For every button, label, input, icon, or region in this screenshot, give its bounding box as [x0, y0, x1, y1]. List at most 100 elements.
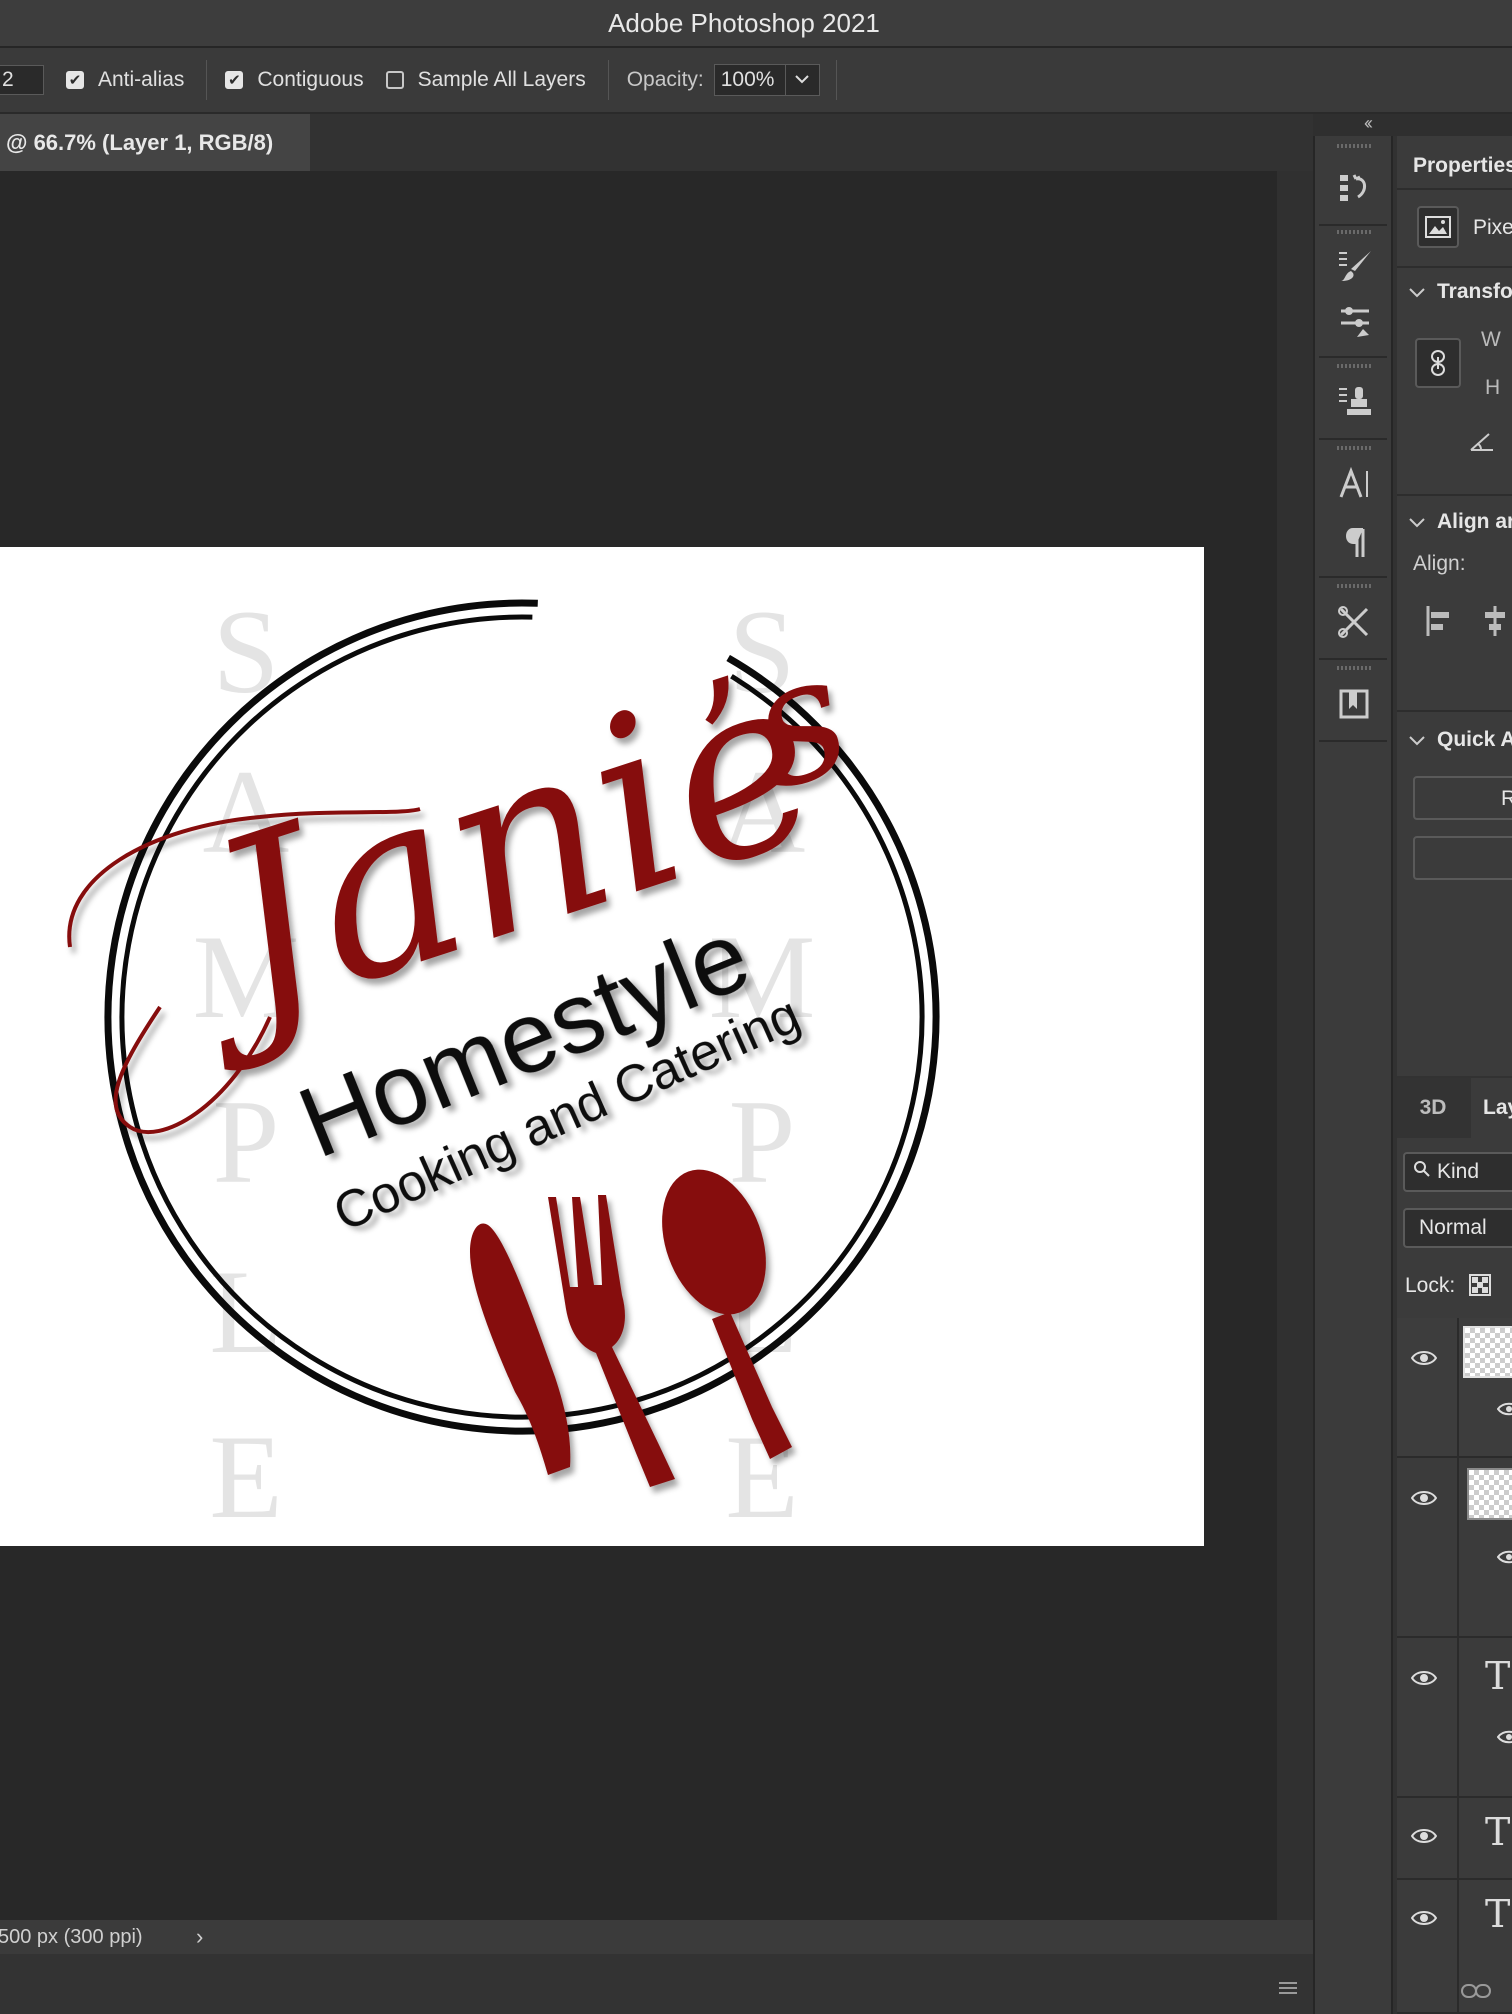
- chevron-down-icon: [795, 71, 809, 89]
- canvas-horizontal-scrollbar[interactable]: [0, 1954, 1313, 2014]
- status-bar: 500 px (300 ppi) ›: [0, 1920, 1313, 1954]
- pixel-layer-icon: [1417, 206, 1459, 248]
- contiguous-checkbox[interactable]: ✔: [225, 71, 244, 89]
- opacity-value: 100%: [720, 68, 775, 91]
- panel-grip[interactable]: [1337, 364, 1371, 368]
- opacity-label: Opacity:: [626, 68, 704, 91]
- character-icon[interactable]: [1333, 462, 1377, 506]
- collapse-panels-button[interactable]: ‹‹: [1364, 113, 1373, 134]
- watermark-letter: P: [729, 1075, 796, 1208]
- align-left-edges-icon[interactable]: [1425, 606, 1453, 642]
- panel-grip[interactable]: [1337, 230, 1371, 234]
- app-title: Adobe Photoshop 2021: [608, 7, 880, 38]
- quick-action-button[interactable]: [1413, 836, 1512, 880]
- link-icon[interactable]: [1415, 338, 1461, 388]
- align-section-title[interactable]: Align ar: [1437, 510, 1512, 534]
- layer-filter-kind[interactable]: Kind: [1403, 1152, 1512, 1192]
- strip-divider: [1319, 356, 1387, 358]
- eye-icon[interactable]: [1410, 1668, 1438, 1688]
- layer-row[interactable]: T: [1397, 1638, 1512, 1798]
- text-layer-icon: T: [1485, 1810, 1511, 1854]
- eye-icon[interactable]: [1410, 1826, 1438, 1846]
- layer-row[interactable]: [1397, 1318, 1512, 1458]
- panel-grip[interactable]: [1337, 666, 1371, 670]
- blend-mode-select[interactable]: Normal: [1403, 1208, 1512, 1248]
- clone-source-icon[interactable]: [1333, 380, 1377, 424]
- tolerance-field[interactable]: 2: [0, 65, 44, 95]
- eye-icon[interactable]: [1410, 1488, 1438, 1508]
- eye-icon[interactable]: [1496, 1548, 1512, 1566]
- brush-presets-icon[interactable]: [1333, 244, 1377, 288]
- menu-lines-icon[interactable]: [1278, 1978, 1298, 2001]
- eye-icon[interactable]: [1410, 1908, 1438, 1928]
- libraries-icon[interactable]: [1333, 682, 1377, 726]
- chevron-down-icon[interactable]: [1409, 280, 1425, 304]
- align-label: Align:: [1413, 552, 1466, 575]
- panel-icon-strip: [1313, 136, 1393, 2014]
- sample-all-layers-checkbox[interactable]: [385, 71, 404, 89]
- document-tab-bar: @ 66.7% (Layer 1, RGB/8): [0, 114, 1313, 171]
- layer-row-divider: [1457, 1318, 1459, 1456]
- document-canvas[interactable]: S A M P L E S A M P L E Homestyle Cookin…: [0, 547, 1204, 1546]
- eye-icon[interactable]: [1496, 1728, 1512, 1746]
- layer-row[interactable]: [1397, 1458, 1512, 1638]
- contiguous-label: Contiguous: [257, 68, 364, 91]
- layer-row-divider: [1457, 1458, 1459, 1636]
- opacity-field[interactable]: 100%: [713, 64, 786, 96]
- anti-alias-label: Anti-alias: [98, 68, 185, 91]
- watermark-letter: S: [213, 585, 280, 718]
- panel-grip[interactable]: [1337, 144, 1371, 148]
- panel-grip[interactable]: [1337, 446, 1371, 450]
- layer-row-divider: [1457, 1880, 1459, 2012]
- chevron-down-icon[interactable]: [1409, 728, 1425, 752]
- panel-divider: [1397, 710, 1512, 712]
- strip-divider: [1319, 658, 1387, 660]
- layer-row-divider: [1457, 1798, 1459, 1878]
- align-horizontal-centers-icon[interactable]: [1481, 606, 1509, 642]
- anti-alias-checkbox[interactable]: ✔: [66, 71, 84, 89]
- quick-action-button-label: R: [1501, 787, 1512, 810]
- options-divider: [835, 60, 837, 100]
- canvas-vertical-scrollbar[interactable]: [1277, 171, 1313, 1920]
- tab-layers[interactable]: Lay: [1471, 1078, 1512, 1138]
- tolerance-value: 2: [2, 68, 14, 91]
- panel-grip[interactable]: [1337, 584, 1371, 588]
- transform-section-title[interactable]: Transfo: [1437, 280, 1512, 304]
- layers-panel: 3D Lay Kind Normal Lock:: [1397, 1078, 1512, 2014]
- tab-3d[interactable]: 3D: [1397, 1078, 1469, 1138]
- history-icon[interactable]: [1333, 166, 1377, 210]
- layer-row[interactable]: T: [1397, 1880, 1512, 2014]
- pixel-layer-label: Pixe: [1473, 216, 1512, 239]
- strip-divider: [1319, 438, 1387, 440]
- eye-icon[interactable]: [1410, 1348, 1438, 1368]
- opacity-dropdown-button[interactable]: [785, 64, 820, 96]
- brush-settings-icon[interactable]: [1333, 300, 1377, 344]
- angle-icon: [1469, 432, 1495, 458]
- tab-layers-label: Lay: [1483, 1096, 1512, 1119]
- eye-icon[interactable]: [1496, 1400, 1512, 1418]
- layer-thumbnail: [1467, 1468, 1512, 1520]
- tool-presets-icon[interactable]: [1333, 600, 1377, 644]
- contiguous-toggle[interactable]: ✔ Contiguous: [225, 68, 364, 92]
- status-menu-arrow[interactable]: ›: [196, 1924, 203, 1950]
- panel-divider: [1397, 188, 1512, 190]
- document-size-status: 500 px (300 ppi): [0, 1925, 143, 1948]
- properties-panel-title[interactable]: Properties: [1413, 154, 1512, 178]
- options-divider: [206, 60, 208, 100]
- link-layers-icon[interactable]: [1461, 1982, 1491, 2006]
- strip-divider: [1319, 576, 1387, 578]
- lock-transparent-pixels-icon[interactable]: [1469, 1274, 1491, 1302]
- anti-alias-toggle[interactable]: ✔ Anti-alias: [66, 68, 184, 92]
- watermark-letter: L: [209, 1245, 282, 1378]
- document-tab[interactable]: @ 66.7% (Layer 1, RGB/8): [0, 114, 310, 171]
- layer-thumbnail: [1463, 1326, 1512, 1378]
- quick-actions-section-title[interactable]: Quick A: [1437, 728, 1512, 752]
- chevron-down-icon[interactable]: [1409, 510, 1425, 534]
- watermark-letter: P: [213, 1075, 280, 1208]
- quick-action-button[interactable]: R: [1413, 776, 1512, 820]
- sample-all-layers-toggle[interactable]: Sample All Layers: [385, 68, 586, 92]
- layer-row[interactable]: T: [1397, 1798, 1512, 1880]
- paragraph-icon[interactable]: [1333, 520, 1377, 564]
- layer-row-divider: [1457, 1638, 1459, 1796]
- blend-mode-value: Normal: [1419, 1216, 1487, 1239]
